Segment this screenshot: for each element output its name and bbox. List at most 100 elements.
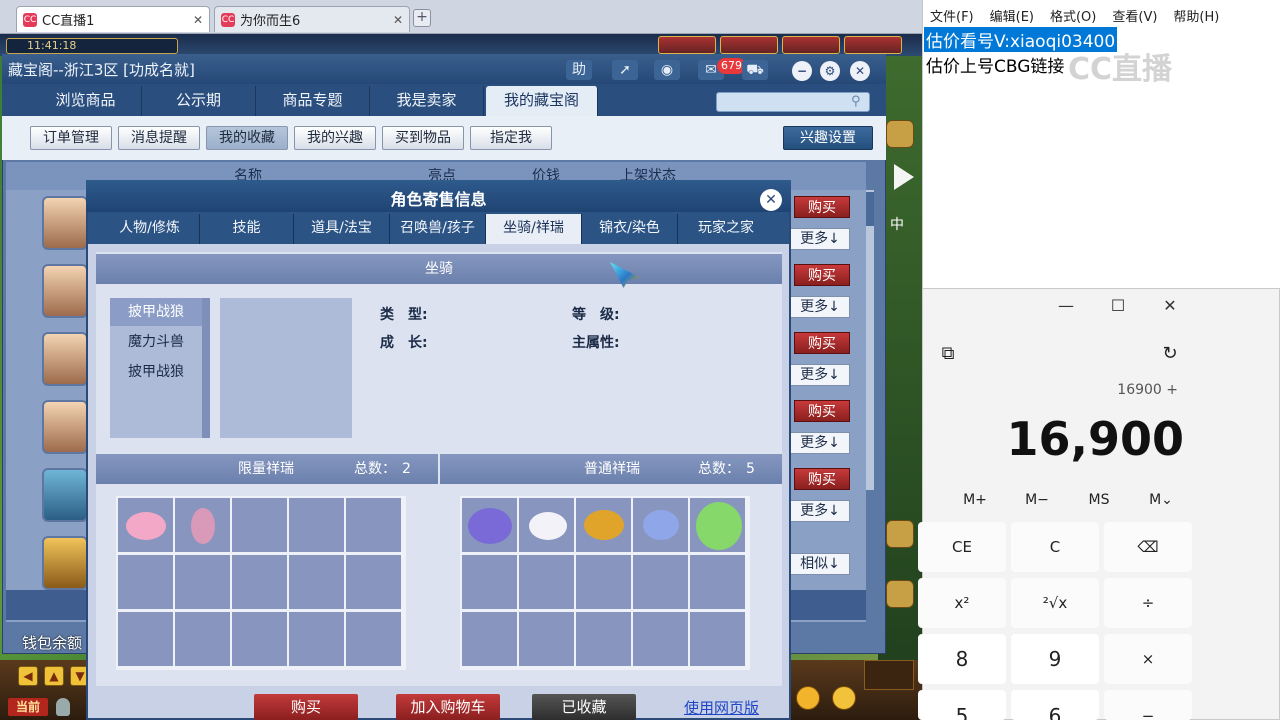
- divide-button[interactable]: ÷: [1104, 578, 1192, 628]
- square-root-button[interactable]: ²√x: [1011, 578, 1099, 628]
- grid-cell[interactable]: [518, 497, 575, 553]
- current-channel-button[interactable]: 当前: [8, 698, 48, 716]
- tab-player-home[interactable]: 玩家之家: [678, 214, 774, 244]
- grid-cell[interactable]: [518, 554, 575, 610]
- interest-settings-button[interactable]: 兴趣设置: [783, 126, 873, 150]
- game-top-button[interactable]: [720, 36, 778, 54]
- tab-mounts[interactable]: 坐骑/祥瑞: [486, 214, 582, 244]
- my-favorites-button[interactable]: 我的收藏: [206, 126, 288, 150]
- menu-file[interactable]: 文件(F): [930, 6, 974, 25]
- dialog-close-icon[interactable]: ✕: [760, 189, 782, 211]
- mount-item[interactable]: 披甲战狼: [110, 298, 202, 326]
- pagoda-icon[interactable]: [864, 660, 914, 690]
- add-to-cart-button[interactable]: 加入购物车: [396, 694, 500, 720]
- digit-8-button[interactable]: 8: [918, 634, 1006, 684]
- favorited-button[interactable]: 已收藏: [532, 694, 636, 720]
- grid-cell[interactable]: [174, 611, 231, 667]
- assigned-to-me-button[interactable]: 指定我: [470, 126, 552, 150]
- grid-cell[interactable]: [174, 497, 231, 553]
- digit-9-button[interactable]: 9: [1011, 634, 1099, 684]
- character-avatar[interactable]: [42, 196, 88, 250]
- grid-cell[interactable]: [345, 611, 402, 667]
- dialog-buy-button[interactable]: 购买: [254, 694, 358, 720]
- close-icon[interactable]: ✕: [1160, 296, 1180, 316]
- arrow-up-icon[interactable]: ▲: [44, 666, 64, 686]
- item-weapon-icon[interactable]: [42, 536, 88, 590]
- list-scrollbar[interactable]: [866, 190, 874, 490]
- digit-5-button[interactable]: 5: [918, 690, 1006, 720]
- game-menu-icon[interactable]: [886, 580, 914, 608]
- grid-cell[interactable]: [231, 554, 288, 610]
- item-bow-icon[interactable]: [42, 468, 88, 522]
- nav-tab-seller[interactable]: 我是卖家: [370, 86, 484, 116]
- backspace-button[interactable]: ⌫: [1104, 522, 1192, 572]
- menu-help[interactable]: 帮助(H): [1173, 6, 1219, 25]
- grid-cell[interactable]: [518, 611, 575, 667]
- tab-items[interactable]: 道具/法宝: [294, 214, 390, 244]
- settings-gear-icon[interactable]: ⚙: [820, 61, 840, 81]
- more-button[interactable]: 更多↓: [790, 228, 850, 250]
- menu-format[interactable]: 格式(O): [1050, 6, 1096, 25]
- buy-button[interactable]: 购买: [794, 332, 850, 354]
- stop-icon[interactable]: ◉: [654, 60, 680, 80]
- multiply-button[interactable]: ×: [1104, 634, 1192, 684]
- character-avatar[interactable]: [42, 400, 88, 454]
- digit-6-button[interactable]: 6: [1011, 690, 1099, 720]
- close-icon[interactable]: ✕: [193, 13, 203, 27]
- clear-button[interactable]: C: [1011, 522, 1099, 572]
- smiley-icon[interactable]: [832, 686, 856, 710]
- buy-button[interactable]: 购买: [794, 400, 850, 422]
- minimize-icon[interactable]: —: [1056, 296, 1076, 316]
- more-button[interactable]: 更多↓: [790, 432, 850, 454]
- grid-cell[interactable]: [689, 554, 746, 610]
- memory-add-button[interactable]: M+: [945, 492, 1005, 508]
- tab-character[interactable]: 人物/修炼: [100, 214, 200, 244]
- buy-button[interactable]: 购买: [794, 264, 850, 286]
- game-top-button[interactable]: [844, 36, 902, 54]
- keep-on-top-icon[interactable]: ⧉: [936, 342, 960, 366]
- game-top-button[interactable]: [782, 36, 840, 54]
- game-top-button[interactable]: [658, 36, 716, 54]
- memory-subtract-button[interactable]: M−: [1007, 492, 1067, 508]
- menu-view[interactable]: 查看(V): [1112, 6, 1157, 25]
- grid-cell[interactable]: [689, 497, 746, 553]
- help-button[interactable]: 助: [566, 60, 592, 80]
- memory-store-button[interactable]: MS: [1069, 492, 1129, 508]
- close-icon[interactable]: ✕: [393, 13, 403, 27]
- browser-tab-second[interactable]: CC 为你而生6 ✕: [214, 6, 410, 32]
- browser-tab-cc-live[interactable]: CC CC直播1 ✕: [16, 6, 210, 32]
- web-version-link[interactable]: 使用网页版: [684, 697, 759, 718]
- grid-cell[interactable]: [632, 497, 689, 553]
- arrow-left-icon[interactable]: ◀: [18, 666, 38, 686]
- my-interests-button[interactable]: 我的兴趣: [294, 126, 376, 150]
- game-menu-icon[interactable]: [886, 120, 914, 148]
- microphone-icon[interactable]: [56, 698, 70, 716]
- share-icon[interactable]: ➚: [612, 60, 638, 80]
- grid-cell[interactable]: [117, 611, 174, 667]
- grid-cell[interactable]: [288, 611, 345, 667]
- grid-cell[interactable]: [117, 497, 174, 553]
- list-scroll-thumb[interactable]: [866, 192, 874, 226]
- grid-cell[interactable]: [461, 497, 518, 553]
- message-remind-button[interactable]: 消息提醒: [118, 126, 200, 150]
- grid-cell[interactable]: [632, 554, 689, 610]
- grid-cell[interactable]: [231, 497, 288, 553]
- nav-tab-my-pavilion[interactable]: 我的藏宝阁: [486, 86, 598, 116]
- grid-cell[interactable]: [461, 611, 518, 667]
- order-manage-button[interactable]: 订单管理: [30, 126, 112, 150]
- search-input[interactable]: [716, 92, 870, 112]
- buy-button[interactable]: 购买: [794, 196, 850, 218]
- close-icon[interactable]: ✕: [850, 61, 870, 81]
- nav-tab-browse[interactable]: 浏览商品: [30, 86, 142, 116]
- minimize-icon[interactable]: −: [792, 61, 812, 81]
- grid-cell[interactable]: [231, 611, 288, 667]
- game-menu-icon[interactable]: [886, 520, 914, 548]
- grid-cell[interactable]: [288, 497, 345, 553]
- menu-edit[interactable]: 编辑(E): [990, 6, 1034, 25]
- grid-cell[interactable]: [632, 611, 689, 667]
- more-button[interactable]: 更多↓: [790, 296, 850, 318]
- grid-cell[interactable]: [461, 554, 518, 610]
- mount-list-scrollbar[interactable]: [202, 298, 210, 438]
- grid-cell[interactable]: [575, 611, 632, 667]
- grid-cell[interactable]: [117, 554, 174, 610]
